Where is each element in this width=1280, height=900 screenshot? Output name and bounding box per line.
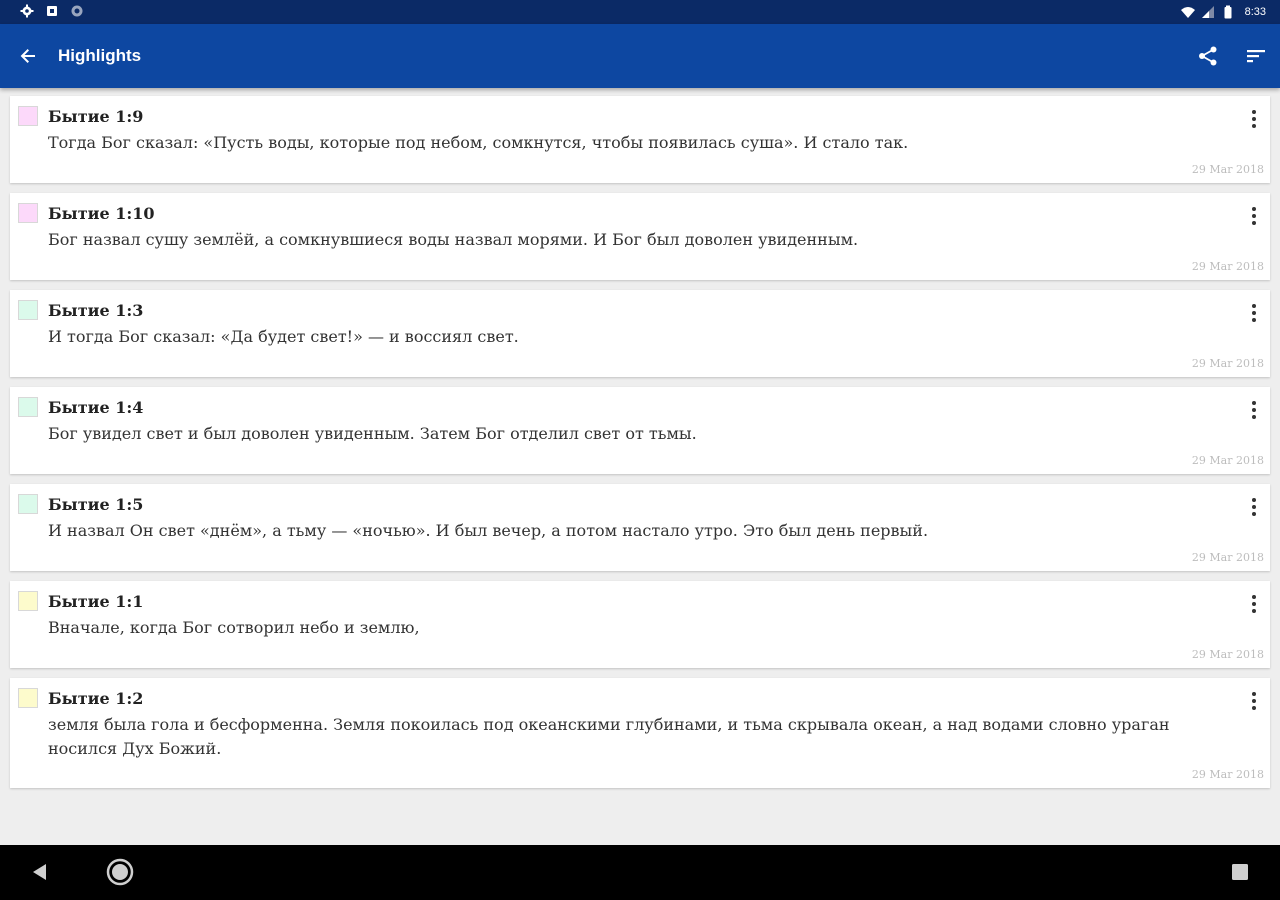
status-left-icons: [20, 4, 84, 18]
verse-reference: Бытие 1:10: [48, 204, 155, 223]
sort-button[interactable]: [1242, 42, 1270, 70]
back-button[interactable]: [14, 42, 42, 70]
nav-back-icon[interactable]: [30, 862, 50, 882]
more-options-button[interactable]: [1246, 593, 1262, 615]
highlights-list: Бытие 1:9 Тогда Бог сказал: «Пусть воды,…: [10, 96, 1270, 798]
sync-icon: [71, 5, 83, 17]
share-button[interactable]: [1194, 42, 1222, 70]
highlight-card[interactable]: Бытие 1:4 Бог увидел свет и был доволен …: [10, 387, 1270, 474]
more-options-button[interactable]: [1246, 302, 1262, 324]
status-right-icons: 8:33: [1180, 4, 1266, 20]
wifi-icon: [1180, 7, 1195, 18]
highlight-card[interactable]: Бытие 1:9 Тогда Бог сказал: «Пусть воды,…: [10, 96, 1270, 183]
verse-reference: Бытие 1:9: [48, 107, 144, 126]
sim-card-icon: [47, 6, 57, 16]
nav-recents-icon[interactable]: [1231, 863, 1249, 881]
highlight-date: 29 Mar 2018: [1191, 551, 1264, 564]
highlight-date: 29 Mar 2018: [1191, 454, 1264, 467]
battery-icon: [1224, 5, 1232, 19]
more-options-button[interactable]: [1246, 399, 1262, 421]
highlight-date: 29 Mar 2018: [1191, 768, 1264, 781]
sort-icon: [1247, 50, 1265, 63]
settings-icon: [20, 4, 34, 18]
highlight-card[interactable]: Бытие 1:1 Вначале, когда Бог сотворил не…: [10, 581, 1270, 668]
page-title: Highlights: [58, 46, 142, 65]
app-bar: Highlights: [0, 24, 1280, 88]
highlight-card[interactable]: Бытие 1:3 И тогда Бог сказал: «Да будет …: [10, 290, 1270, 377]
more-options-button[interactable]: [1246, 690, 1262, 712]
highlight-date: 29 Mar 2018: [1191, 163, 1264, 176]
status-time: 8:33: [1244, 6, 1266, 18]
verse-text: Тогда Бог сказал: «Пусть воды, которые п…: [48, 133, 909, 152]
verse-text: И назвал Он свет «днём», а тьму — «ночью…: [48, 521, 929, 540]
highlight-date: 29 Mar 2018: [1191, 648, 1264, 661]
highlight-color-swatch: [18, 300, 38, 320]
highlight-date: 29 Mar 2018: [1191, 357, 1264, 370]
highlight-color-swatch: [18, 397, 38, 417]
highlight-color-swatch: [18, 203, 38, 223]
arrow-left-icon: [20, 49, 35, 63]
verse-reference: Бытие 1:4: [48, 398, 144, 417]
verse-text: земля была гола и бесформенна. Земля пок…: [48, 715, 1170, 758]
share-icon: [1199, 46, 1217, 66]
signal-icon: [1201, 6, 1214, 18]
navigation-bar: [0, 845, 1280, 900]
verse-text: Бог увидел свет и был доволен увиденным.…: [48, 424, 697, 443]
highlight-color-swatch: [18, 591, 38, 611]
highlight-color-swatch: [18, 494, 38, 514]
more-options-button[interactable]: [1246, 205, 1262, 227]
highlight-card[interactable]: Бытие 1:2 земля была гола и бесформенна.…: [10, 678, 1270, 788]
highlight-card[interactable]: Бытие 1:10 Бог назвал сушу землёй, а сом…: [10, 193, 1270, 280]
verse-text: Вначале, когда Бог сотворил небо и землю…: [48, 618, 420, 637]
status-bar: 8:33: [0, 0, 1280, 24]
highlight-color-swatch: [18, 688, 38, 708]
highlight-date: 29 Mar 2018: [1191, 260, 1264, 273]
more-options-button[interactable]: [1246, 108, 1262, 130]
nav-home-icon[interactable]: [106, 858, 134, 886]
verse-reference: Бытие 1:2: [48, 689, 144, 708]
highlight-card[interactable]: Бытие 1:5 И назвал Он свет «днём», а тьм…: [10, 484, 1270, 571]
more-options-button[interactable]: [1246, 496, 1262, 518]
verse-reference: Бытие 1:5: [48, 495, 144, 514]
highlight-color-swatch: [18, 106, 38, 126]
verse-text: Бог назвал сушу землёй, а сомкнувшиеся в…: [48, 230, 859, 249]
verse-reference: Бытие 1:1: [48, 592, 144, 611]
verse-text: И тогда Бог сказал: «Да будет свет!» — и…: [48, 327, 519, 346]
verse-reference: Бытие 1:3: [48, 301, 144, 320]
